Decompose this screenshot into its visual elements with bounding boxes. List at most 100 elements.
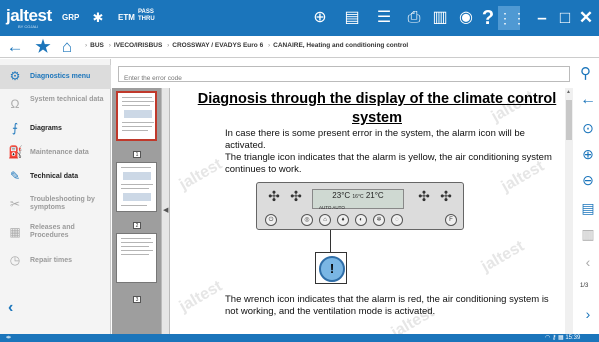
thumbnail-page-2[interactable] — [116, 162, 157, 212]
sidebar: ⚙ Diagnostics menu Ω System technical da… — [0, 59, 111, 334]
key-icon: ⚷ — [551, 335, 557, 341]
collapse-sidebar-icon[interactable]: ‹ — [8, 299, 13, 317]
clock-icon: ◷ — [9, 253, 21, 267]
document-paragraph: In case there is some present error in t… — [225, 128, 525, 151]
lcd-display: 23°C 16°C 21°C AUTO AUTO — [312, 189, 404, 210]
panel-button-icon: ◎ — [301, 214, 313, 226]
callout-line — [330, 230, 331, 252]
sidebar-item-troubleshooting[interactable]: ✂ Troubleshooting by symptoms — [0, 193, 111, 217]
grp-mode-label[interactable]: GRP — [62, 13, 79, 22]
panel-button-icon: ✲ — [373, 214, 385, 226]
apps-grid-icon[interactable]: ⋮⋮ — [498, 6, 526, 30]
search-icon[interactable]: ⚲ — [580, 64, 596, 82]
panel-button-icon: ♦ — [337, 214, 349, 226]
zoom-fit-icon[interactable]: ⊙ — [580, 120, 596, 136]
jaltest-logo: jaltest BY COJALI — [6, 6, 52, 29]
etm-mode-label[interactable]: ETM — [118, 13, 135, 22]
thumbnail-number: 2 — [133, 222, 141, 229]
calendar-icon: ▦ — [558, 335, 564, 341]
screenshot-icon[interactable]: ⎙ — [404, 8, 424, 28]
wifi-icon: ◠ — [545, 335, 551, 341]
panel-button-f: F — [445, 214, 457, 226]
page-counter: 1/3 — [580, 283, 589, 289]
sidebar-item-repair-times[interactable]: ◷ Repair times — [0, 249, 111, 273]
scrollbar-thumb[interactable] — [566, 100, 572, 140]
wrench-icon: ✎ — [9, 169, 21, 183]
breadcrumb: › BUS › IVECO/IRISBUS › CROSSWAY / EVADYS E… — [85, 42, 409, 49]
watermark: jaltest — [176, 155, 226, 194]
connection-icon[interactable]: ✱ — [88, 8, 108, 28]
navigation-bar: ← ★ ⌂ › BUS › IVECO/IRISBUS › CROSSWAY / EV… — [0, 36, 599, 58]
sidebar-item-diagrams[interactable]: ⨍ Diagrams — [0, 117, 111, 141]
document-scrollbar[interactable]: ▲ — [565, 88, 573, 334]
power-icon: ⏻ — [265, 214, 277, 226]
scroll-up-icon[interactable]: ▲ — [566, 89, 571, 95]
document-icon: ▦ — [9, 225, 21, 239]
error-code-search[interactable] — [118, 66, 570, 86]
page-thumbnails: 1 2 3 — [112, 88, 161, 334]
panel-button-icon: ◐ — [355, 214, 367, 226]
zoom-in-icon[interactable]: ⊕ — [580, 146, 596, 162]
sidebar-item-releases-procedures[interactable]: ▦ Releases and Procedures — [0, 221, 111, 245]
diagram-icon: ⨍ — [11, 121, 19, 135]
breadcrumb-system[interactable]: CANAIRE, Heating and conditioning contro… — [273, 42, 408, 49]
diagnostics-icon: ⚙ — [9, 69, 21, 83]
tools-icon: ✂ — [9, 197, 21, 211]
sidebar-item-diagnostics-menu[interactable]: ⚙ Diagnostics menu — [0, 65, 111, 89]
document-paragraph: The wrench icon indicates that the alarm… — [225, 294, 549, 317]
collapse-arrow-icon: ◀ — [163, 207, 169, 214]
breadcrumb-model[interactable]: CROSSWAY / EVADYS Euro 6 — [172, 42, 263, 49]
watermark: jaltest — [478, 237, 528, 276]
next-page-icon[interactable]: › — [580, 306, 596, 322]
pass-thru-label[interactable]: PASS THRU — [138, 9, 155, 23]
usb-icon: ⇹ — [6, 335, 12, 341]
breadcrumb-make[interactable]: IVECO/IRISBUS — [114, 42, 162, 49]
error-code-input[interactable] — [119, 71, 569, 86]
close-icon[interactable]: ✕ — [576, 8, 596, 28]
print-icon[interactable]: ▥ — [430, 8, 450, 28]
breadcrumb-bus[interactable]: BUS — [90, 42, 104, 49]
previous-page-icon[interactable]: ‹ — [580, 254, 596, 270]
globe-icon[interactable]: ⊕ — [310, 8, 330, 28]
document-viewer: jaltest jaltest jaltest jaltest jaltest … — [170, 88, 565, 334]
list-icon[interactable]: ☰ — [374, 8, 394, 28]
zoom-out-icon[interactable]: ⊖ — [580, 172, 596, 188]
two-page-icon[interactable]: ▥ — [580, 226, 596, 242]
page-view-icon[interactable]: ▤ — [580, 200, 596, 216]
maximize-icon[interactable]: □ — [555, 8, 575, 28]
alarm-icon: ! — [319, 256, 345, 282]
thumbnail-panel-toggle[interactable]: ◀ — [161, 88, 170, 334]
status-bar: ⇹ ◠ ⚷ ▦ 15:39 — [0, 334, 599, 342]
panel-button-icon: ◌ — [391, 214, 403, 226]
thumbnail-number: 3 — [133, 296, 141, 303]
help-icon[interactable]: ? — [478, 8, 498, 28]
top-bar: jaltest BY COJALI GRP ✱ ETM PASS THRU ⊕ ▤… — [0, 0, 599, 36]
document-paragraph: The triangle icon indicates that the ala… — [225, 152, 552, 175]
thumbnail-number: 1 — [133, 151, 141, 158]
camera-icon[interactable]: ◉ — [456, 8, 476, 28]
sidebar-item-technical-data[interactable]: ✎ Technical data — [0, 165, 111, 189]
watermark: jaltest — [176, 277, 226, 316]
home-icon[interactable]: ⌂ — [58, 38, 76, 56]
fan-icon: ✣ — [418, 188, 430, 204]
document-title: Diagnosis through the display of the cli… — [197, 91, 557, 126]
fan-icon: ✣ — [440, 188, 452, 204]
status-indicators: ◠ ⚷ ▦ 15:39 — [545, 334, 580, 341]
thumbnail-page-1[interactable] — [116, 91, 157, 141]
back-arrow-icon[interactable]: ← — [580, 92, 596, 108]
clock-time: 15:39 — [565, 335, 581, 341]
sidebar-item-maintenance-data[interactable]: ⛽ Maintenance data — [0, 141, 111, 165]
favorites-star-icon[interactable]: ★ — [34, 38, 52, 56]
thumbnail-page-3[interactable] — [116, 233, 157, 283]
back-arrow-icon[interactable]: ← — [6, 38, 24, 56]
sidebar-item-system-technical-data[interactable]: Ω System technical data — [0, 93, 111, 117]
fan-icon: ✣ — [268, 188, 280, 204]
fan-icon: ✣ — [290, 188, 302, 204]
omega-icon: Ω — [10, 97, 20, 111]
oil-can-icon: ⛽ — [8, 145, 23, 159]
alarm-callout: ! — [315, 252, 347, 284]
document-search-icon[interactable]: ▤ — [342, 8, 362, 28]
climate-control-panel-image: ✣ ✣ ✣ ✣ 23°C 16°C 21°C AUTO AUTO ⏻ ◎ ⌂ ♦… — [256, 182, 464, 230]
minimize-icon[interactable]: – — [532, 8, 552, 28]
panel-button-icon: ⌂ — [319, 214, 331, 226]
